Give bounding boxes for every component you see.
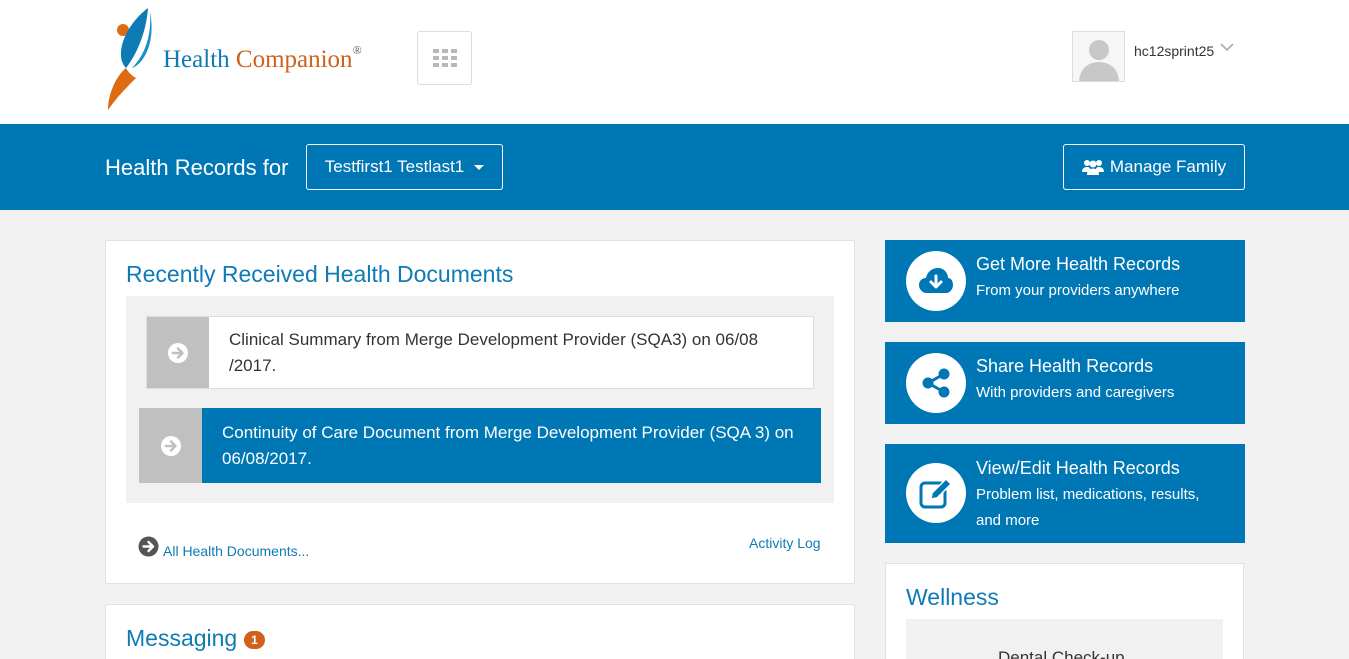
arrow-circle-right-icon [168, 342, 188, 363]
registered-mark: ® [352, 42, 362, 57]
documents-title: Recently Received Health Documents [126, 261, 514, 287]
username[interactable]: hc12sprint25 [1134, 43, 1214, 59]
all-health-documents-link[interactable]: All Health Documents... [138, 533, 309, 559]
card-icon-circle [906, 353, 966, 413]
get-more-health-records-card[interactable]: Get More Health Records From your provid… [885, 240, 1245, 322]
view-edit-health-records-card[interactable]: View/Edit Health Records Problem list, m… [885, 444, 1245, 543]
patient-name: Testfirst1 Testlast1 [324, 157, 465, 176]
avatar[interactable] [1072, 31, 1125, 82]
edit-icon [919, 477, 953, 509]
patient-select-button[interactable]: Testfirst1 Testlast1 [306, 144, 503, 190]
document-item[interactable]: Clinical Summary from Merge Development … [146, 316, 814, 389]
logo-wordmark: Health Companion® [163, 42, 362, 74]
apps-menu-button[interactable] [417, 31, 472, 85]
card-icon-circle [906, 463, 966, 523]
all-health-documents-label: All Health Documents... [163, 543, 310, 559]
chevron-down-icon[interactable] [1220, 42, 1234, 52]
wellness-item[interactable]: Dental Check-up [998, 648, 1125, 659]
health-companion-logo[interactable]: Health Companion® [104, 6, 404, 112]
activity-log-link[interactable]: Activity Log [749, 535, 821, 551]
wellness-title: Wellness [906, 584, 999, 610]
user-silhouette-icon [1079, 40, 1119, 81]
card-subtitle: Problem list, medications, results, and … [976, 486, 1200, 529]
document-arrow [147, 317, 209, 388]
document-title: Continuity of Care Document from Merge D… [222, 422, 794, 468]
document-arrow [139, 408, 202, 483]
card-title: Get More Health Records [976, 254, 1181, 274]
document-title: Clinical Summary from Merge Development … [229, 329, 759, 375]
card-subtitle: With providers and caregivers [976, 384, 1175, 401]
card-subtitle: From your providers anywhere [976, 282, 1180, 299]
cloud-download-icon [919, 268, 953, 293]
document-item-selected[interactable]: Continuity of Care Document from Merge D… [139, 408, 821, 483]
card-title: Share Health Records [976, 356, 1154, 376]
unread-count-badge: 1 [244, 631, 265, 649]
card-title: View/Edit Health Records [976, 458, 1180, 478]
logo-word-health: Health [163, 46, 230, 73]
share-health-records-card[interactable]: Share Health Records With providers and … [885, 342, 1245, 424]
grid-icon [432, 49, 457, 67]
card-icon-circle [906, 251, 966, 311]
logo-figure-icon [108, 8, 152, 110]
arrow-circle-right-icon [160, 435, 181, 456]
users-icon [1081, 160, 1104, 175]
manage-family-label: Manage Family [1109, 157, 1227, 176]
arrow-circle-right-icon [138, 536, 159, 556]
manage-family-button[interactable]: Manage Family [1063, 144, 1245, 190]
logo-word-companion: Companion [235, 46, 353, 73]
caret-down-icon [474, 164, 485, 170]
health-records-for-label: Health Records for [105, 155, 289, 180]
share-icon [922, 368, 950, 398]
messaging-title: Messaging [126, 625, 238, 651]
